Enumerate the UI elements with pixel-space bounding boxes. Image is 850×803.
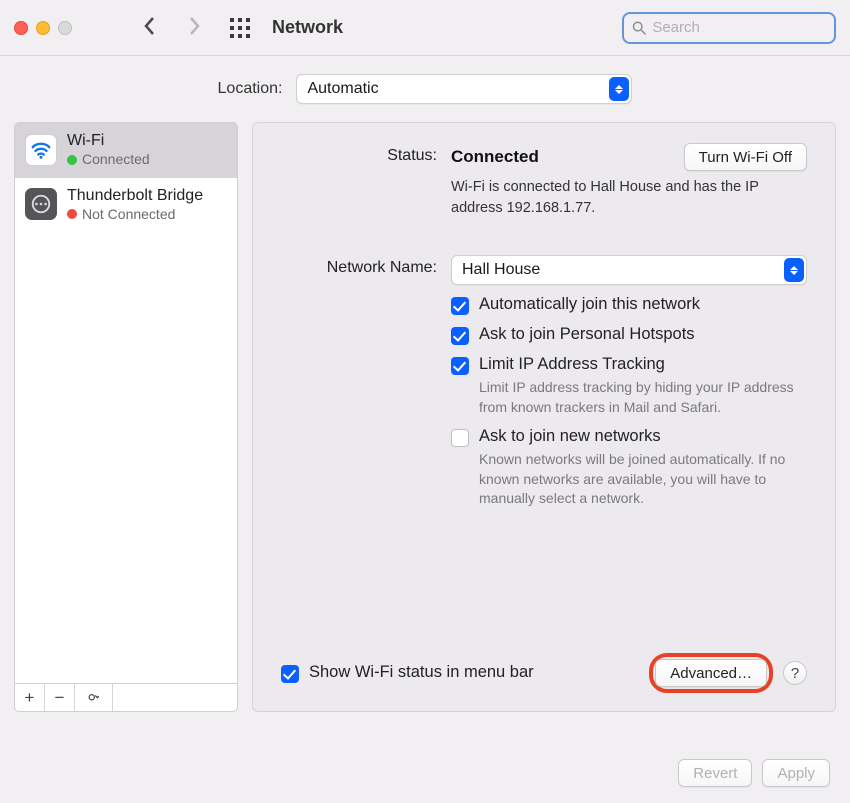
detail-footer: Show Wi-Fi status in menu bar Advanced… …	[281, 653, 807, 693]
ask-new-help: Known networks will be joined automatica…	[479, 450, 807, 509]
location-row: Location: Automatic	[0, 56, 850, 122]
status-label: Status:	[281, 143, 451, 219]
service-list: Wi-Fi Connected Thunderbolt Bridge Not C…	[14, 122, 238, 684]
page-footer: Revert Apply	[678, 759, 830, 787]
apply-button[interactable]: Apply	[762, 759, 830, 787]
status-dot-icon	[67, 155, 77, 165]
network-name-select[interactable]: Hall House	[451, 255, 807, 285]
search-input[interactable]	[652, 19, 826, 36]
service-toolbar: + −	[14, 684, 238, 712]
wifi-icon	[25, 134, 57, 166]
window-controls	[14, 21, 72, 35]
checkbox-icon	[451, 429, 469, 447]
service-item-thunderbolt[interactable]: Thunderbolt Bridge Not Connected	[15, 178, 237, 233]
add-service-button[interactable]: +	[15, 684, 45, 711]
checkbox-icon	[451, 327, 469, 345]
status-dot-icon	[67, 209, 77, 219]
location-label: Location:	[218, 80, 283, 98]
window-title: Network	[272, 17, 343, 38]
search-icon	[632, 20, 646, 36]
select-knob-icon	[609, 77, 629, 101]
close-window[interactable]	[14, 21, 28, 35]
advanced-button[interactable]: Advanced…	[655, 659, 767, 687]
nav-arrows	[142, 16, 202, 40]
location-value: Automatic	[307, 80, 378, 98]
checkbox-icon	[451, 357, 469, 375]
service-status: Connected	[67, 151, 150, 169]
service-item-wifi[interactable]: Wi-Fi Connected	[15, 123, 237, 178]
network-name-value: Hall House	[462, 261, 540, 279]
checkbox-ask-hotspots[interactable]: Ask to join Personal Hotspots	[451, 325, 807, 345]
service-sidebar: Wi-Fi Connected Thunderbolt Bridge Not C…	[14, 122, 238, 712]
detail-pane: Status: Connected Turn Wi-Fi Off Wi-Fi i…	[252, 122, 836, 712]
checkbox-ask-new-networks[interactable]: Ask to join new networks Known networks …	[451, 427, 807, 509]
service-actions-button[interactable]	[75, 684, 113, 711]
wifi-toggle-button[interactable]: Turn Wi-Fi Off	[684, 143, 807, 171]
back-button[interactable]	[142, 16, 158, 40]
status-value: Connected	[451, 147, 539, 167]
service-name: Thunderbolt Bridge	[67, 186, 203, 206]
help-button[interactable]: ?	[783, 661, 807, 685]
checkbox-limit-ip[interactable]: Limit IP Address Tracking Limit IP addre…	[451, 355, 807, 417]
advanced-highlight: Advanced…	[649, 653, 773, 693]
show-all-icon[interactable]	[230, 18, 250, 38]
service-status: Not Connected	[67, 206, 203, 224]
remove-service-button[interactable]: −	[45, 684, 75, 711]
fullscreen-window	[58, 21, 72, 35]
select-knob-icon	[784, 258, 804, 282]
checkbox-show-menubar[interactable]: Show Wi-Fi status in menu bar	[281, 663, 534, 683]
checkbox-icon	[281, 665, 299, 683]
network-name-label: Network Name:	[281, 255, 451, 509]
checkbox-icon	[451, 297, 469, 315]
forward-button	[186, 16, 202, 40]
service-name: Wi-Fi	[67, 131, 150, 151]
thunderbolt-bridge-icon	[25, 188, 57, 220]
titlebar: Network	[0, 0, 850, 56]
minimize-window[interactable]	[36, 21, 50, 35]
status-detail-text: Wi-Fi is connected to Hall House and has…	[451, 177, 771, 219]
checkbox-auto-join[interactable]: Automatically join this network	[451, 295, 807, 315]
location-select[interactable]: Automatic	[296, 74, 632, 104]
limit-ip-help: Limit IP address tracking by hiding your…	[479, 378, 807, 417]
revert-button[interactable]: Revert	[678, 759, 752, 787]
search-field[interactable]	[622, 12, 836, 44]
